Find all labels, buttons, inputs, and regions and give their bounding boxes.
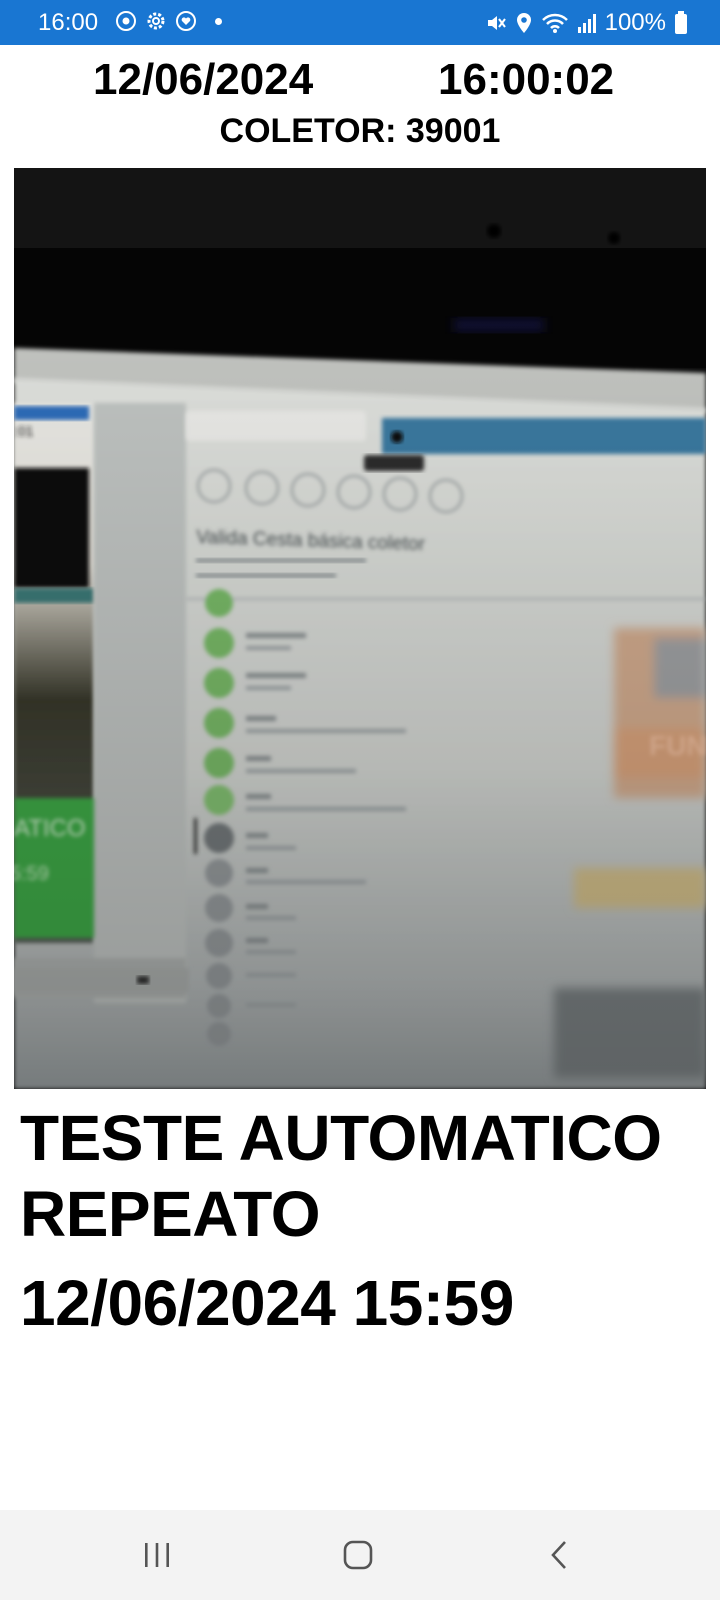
home-icon [343, 1540, 373, 1570]
face-detect-icon [116, 11, 136, 31]
status-left-icons [115, 10, 222, 32]
home-button[interactable] [328, 1532, 388, 1578]
timestamp-header: 12/06/2024 16:00:02 [0, 55, 720, 105]
heart-badge-icon [176, 11, 196, 31]
photo-caption: TESTE AUTOMATICO REPEATO [20, 1100, 700, 1252]
battery-icon [675, 11, 687, 34]
back-icon [551, 1541, 566, 1569]
caption-datetime: 12/06/2024 15:59 [20, 1267, 514, 1339]
collector-label: COLETOR: 39001 [219, 112, 501, 150]
gear-icon [147, 12, 165, 30]
caption-line-1: TESTE AUTOMATICO [20, 1102, 662, 1174]
location-icon [516, 13, 531, 33]
recent-apps-button[interactable] [127, 1532, 187, 1578]
navigation-bar [0, 1510, 720, 1600]
status-right-icons: 100% [485, 9, 688, 37]
status-bar: 16:00 100% [0, 0, 720, 45]
battery-percent: 100% [604, 9, 666, 36]
camera-photo: ATICO 5:59 :01 Valida Cesta básica colet… [14, 168, 706, 1089]
recent-apps-icon [145, 1543, 169, 1567]
signal-icon [577, 14, 596, 33]
status-time: 16:00 [38, 9, 99, 36]
back-button[interactable] [530, 1532, 590, 1578]
caption-line-2: REPEATO [20, 1178, 320, 1250]
header-date: 12/06/2024 [93, 55, 314, 104]
mute-vibrate-icon [487, 16, 506, 30]
wifi-icon [541, 13, 568, 33]
photo-illustration: ATICO 5:59 :01 Valida Cesta básica colet… [14, 168, 706, 1089]
notification-dot [215, 17, 222, 25]
header-clock: 16:00:02 [438, 55, 615, 104]
